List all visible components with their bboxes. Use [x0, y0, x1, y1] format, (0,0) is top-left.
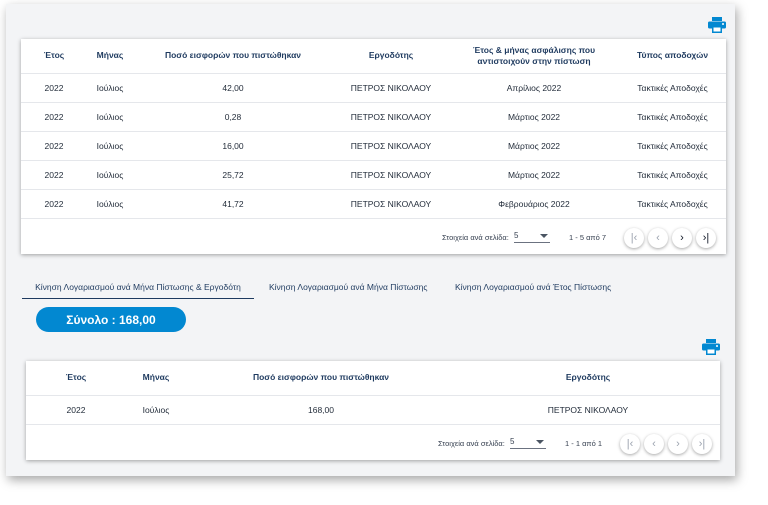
cell-earnings-type: Τακτικές Αποδοχές: [619, 73, 726, 103]
last-page-icon[interactable]: ›|: [696, 228, 716, 248]
tab-by-month-and-employer[interactable]: Κίνηση Λογαριασμού ανά Μήνα Πίστωσης & Ε…: [22, 282, 254, 299]
table-header-row: Έτος Μήνας Ποσό εισφορών που πιστώθηκαν …: [26, 361, 720, 396]
items-per-page-select[interactable]: 5: [510, 433, 546, 449]
cell-amount: 42,00: [133, 73, 333, 103]
cell-earnings-type: Τακτικές Αποδοχές: [619, 102, 726, 132]
cell-amount: 25,72: [133, 160, 333, 190]
dropdown-arrow-icon: [540, 234, 548, 238]
printer-icon-graphic: [708, 17, 726, 33]
cell-year: 2022: [21, 160, 87, 190]
column-header-amount[interactable]: Ποσό εισφορών που πιστώθηκαν: [186, 361, 456, 396]
items-per-page-select[interactable]: 5: [514, 227, 550, 243]
cell-year: 2022: [21, 131, 87, 161]
cell-month: Ιούλιος: [87, 160, 133, 190]
cell-month: Ιούλιος: [87, 102, 133, 132]
page-container: Έτος Μήνας Ποσό εισφορών που πιστώθηκαν …: [6, 4, 735, 476]
cell-insurance-period: Φεβρουάριος 2022: [449, 189, 619, 219]
column-header-year[interactable]: Έτος: [26, 361, 126, 396]
first-page-icon[interactable]: |‹: [624, 228, 644, 248]
paginator: Στοιχεία ανά σελίδα: 5 1 - 1 από 1 |‹ ‹ …: [26, 427, 720, 460]
cell-employer: ΠΕΤΡΟΣ ΝΙΚΟΛΑΟΥ: [333, 160, 449, 190]
cell-earnings-type: Τακτικές Αποδοχές: [619, 131, 726, 161]
cell-amount: 168,00: [186, 395, 456, 425]
items-per-page-value: 5: [510, 437, 515, 446]
table-row: 2022 Ιούλιος 16,00 ΠΕΤΡΟΣ ΝΙΚΟΛΑΟΥ Μάρτι…: [21, 131, 726, 161]
cell-amount: 16,00: [133, 131, 333, 161]
total-badge: Σύνολο : 168,00: [36, 307, 186, 332]
cell-insurance-period: Απρίλιος 2022: [449, 73, 619, 103]
table-row: 2022 Ιούλιος 41,72 ΠΕΤΡΟΣ ΝΙΚΟΛΑΟΥ Φεβρο…: [21, 189, 726, 219]
column-header-month[interactable]: Μήνας: [87, 39, 133, 74]
cell-employer: ΠΕΤΡΟΣ ΝΙΚΟΛΑΟΥ: [333, 189, 449, 219]
summary-table-card: Έτος Μήνας Ποσό εισφορών που πιστώθηκαν …: [26, 361, 720, 460]
cell-year: 2022: [26, 395, 126, 425]
printer-icon-graphic: [702, 339, 720, 355]
cell-year: 2022: [21, 102, 87, 132]
printer-icon[interactable]: [702, 339, 720, 355]
cell-employer: ΠΕΤΡΟΣ ΝΙΚΟΛΑΟΥ: [456, 395, 720, 425]
cell-month: Ιούλιος: [126, 395, 186, 425]
cell-year: 2022: [21, 73, 87, 103]
column-header-month[interactable]: Μήνας: [126, 361, 186, 396]
table-header-row: Έτος Μήνας Ποσό εισφορών που πιστώθηκαν …: [21, 39, 726, 74]
page-range-label: 1 - 5 από 7: [569, 233, 607, 242]
cell-month: Ιούλιος: [87, 131, 133, 161]
first-page-icon[interactable]: |‹: [620, 434, 640, 454]
cell-earnings-type: Τακτικές Αποδοχές: [619, 189, 726, 219]
tab-by-year[interactable]: Κίνηση Λογαριασμού ανά Έτος Πίστωσης: [455, 282, 611, 299]
table-row: 2022 Ιούλιος 168,00 ΠΕΤΡΟΣ ΝΙΚΟΛΑΟΥ: [26, 395, 720, 425]
column-header-amount[interactable]: Ποσό εισφορών που πιστώθηκαν: [133, 39, 333, 74]
cell-employer: ΠΕΤΡΟΣ ΝΙΚΟΛΑΟΥ: [333, 73, 449, 103]
last-page-icon[interactable]: ›|: [692, 434, 712, 454]
credits-table-card: Έτος Μήνας Ποσό εισφορών που πιστώθηκαν …: [21, 39, 726, 254]
column-header-employer[interactable]: Εργοδότης: [333, 39, 449, 74]
column-header-year[interactable]: Έτος: [21, 39, 87, 74]
cell-month: Ιούλιος: [87, 73, 133, 103]
items-per-page-label: Στοιχεία ανά σελίδα:: [438, 439, 505, 448]
credits-table: Έτος Μήνας Ποσό εισφορών που πιστώθηκαν …: [21, 39, 726, 219]
cell-insurance-period: Μάρτιος 2022: [449, 102, 619, 132]
items-per-page-label: Στοιχεία ανά σελίδα:: [442, 233, 509, 242]
next-page-icon[interactable]: ›: [668, 434, 688, 454]
dropdown-arrow-icon: [536, 440, 544, 444]
cell-year: 2022: [21, 189, 87, 219]
cell-insurance-period: Μάρτιος 2022: [449, 160, 619, 190]
column-header-earnings-type[interactable]: Τύπος αποδοχών: [619, 39, 726, 74]
cell-earnings-type: Τακτικές Αποδοχές: [619, 160, 726, 190]
page-range-label: 1 - 1 από 1: [565, 439, 603, 448]
summary-table: Έτος Μήνας Ποσό εισφορών που πιστώθηκαν …: [26, 361, 720, 425]
table-row: 2022 Ιούλιος 42,00 ΠΕΤΡΟΣ ΝΙΚΟΛΑΟΥ Απρίλ…: [21, 73, 726, 103]
cell-insurance-period: Μάρτιος 2022: [449, 131, 619, 161]
cell-employer: ΠΕΤΡΟΣ ΝΙΚΟΛΑΟΥ: [333, 102, 449, 132]
next-page-icon[interactable]: ›: [672, 228, 692, 248]
column-header-employer[interactable]: Εργοδότης: [456, 361, 720, 396]
previous-page-icon[interactable]: ‹: [648, 228, 668, 248]
items-per-page-value: 5: [514, 231, 519, 240]
paginator: Στοιχεία ανά σελίδα: 5 1 - 5 από 7 |‹ ‹ …: [21, 221, 726, 254]
cell-amount: 41,72: [133, 189, 333, 219]
printer-icon[interactable]: [708, 17, 726, 33]
cell-amount: 0,28: [133, 102, 333, 132]
column-header-insurance-period[interactable]: Έτος & μήνας ασφάλισης που αντιστοιχούν …: [449, 39, 619, 74]
table-row: 2022 Ιούλιος 0,28 ΠΕΤΡΟΣ ΝΙΚΟΛΑΟΥ Μάρτιο…: [21, 102, 726, 132]
tab-by-month[interactable]: Κίνηση Λογαριασμού ανά Μήνα Πίστωσης: [269, 282, 427, 299]
previous-page-icon[interactable]: ‹: [644, 434, 664, 454]
cell-month: Ιούλιος: [87, 189, 133, 219]
cell-employer: ΠΕΤΡΟΣ ΝΙΚΟΛΑΟΥ: [333, 131, 449, 161]
table-row: 2022 Ιούλιος 25,72 ΠΕΤΡΟΣ ΝΙΚΟΛΑΟΥ Μάρτι…: [21, 160, 726, 190]
